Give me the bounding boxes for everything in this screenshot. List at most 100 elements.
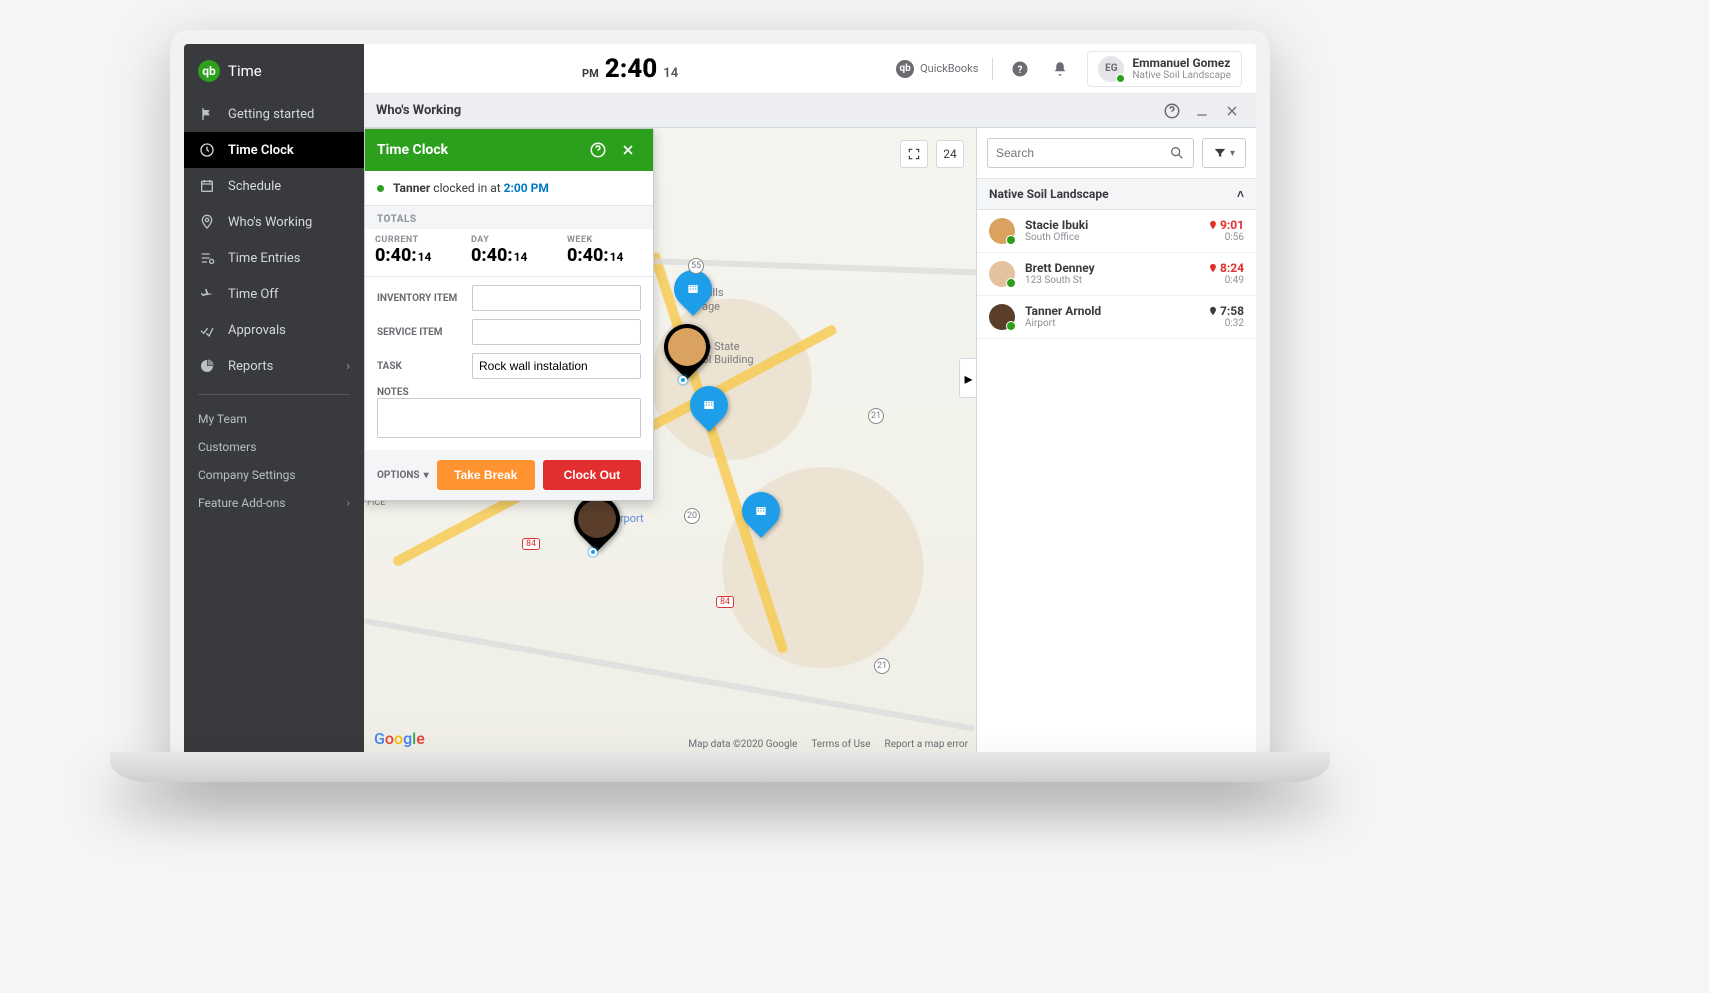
employee-meta: 7:58 0:32 [1208,304,1244,329]
app-window: qb Time Getting started Time Clock Sched… [170,30,1270,770]
sidebar-sub-my-team[interactable]: My Team [184,405,364,433]
sidebar-item-label: Getting started [228,107,314,122]
filter-button[interactable]: ▾ [1202,138,1246,168]
sidebar-item-whos-working[interactable]: Who's Working [184,204,364,240]
divider [992,58,993,80]
chevron-down-icon: ▾ [1230,148,1235,159]
clock-out-button[interactable]: Clock Out [543,460,641,490]
employee-row[interactable]: Brett Denney 123 South St 8:24 0:49 [977,253,1256,296]
employee-info: Tanner Arnold Airport [1025,304,1198,329]
total-day: DAY 0:40:14 [461,229,557,276]
map-report-link[interactable]: Report a map error [885,739,968,750]
google-logo: Google [374,729,425,748]
options-dropdown[interactable]: OPTIONS▾ [377,470,429,481]
employee-info: Stacie Ibuki South Office [1025,218,1198,243]
sidebar-item-label: Time Off [228,287,278,302]
inventory-label: INVENTORY ITEM [377,293,464,304]
employee-time-primary: 7:58 [1208,304,1244,318]
user-info: Emmanuel Gomez Native Soil Landscape [1132,56,1231,81]
map-fullscreen-button[interactable] [900,140,928,168]
sidebar-item-getting-started[interactable]: Getting started [184,96,364,132]
right-panel-toggle[interactable]: ▸ [959,358,976,398]
employee-row[interactable]: Tanner Arnold Airport 7:58 0:32 [977,296,1256,339]
main: PM 2:40 14 qb QuickBooks ? EG Emmanuel G… [364,44,1256,756]
group-name: Native Soil Landscape [989,187,1109,201]
map-attribution: Map data ©2020 Google [688,739,797,750]
topbar-right: qb QuickBooks ? EG Emmanuel Gomez Native… [896,51,1242,87]
sidebar-item-reports[interactable]: Reports › [184,348,364,384]
sidebar-sub-company-settings[interactable]: Company Settings [184,461,364,489]
highway-shield: 21 [874,658,890,674]
current-time: PM 2:40 14 [582,54,678,84]
employee-info: Brett Denney 123 South St [1025,261,1198,286]
sidebar-sub-customers[interactable]: Customers [184,433,364,461]
panel-actions [1160,99,1244,123]
employee-avatar [989,218,1015,244]
panel-close-button[interactable] [1220,99,1244,123]
sidebar-item-time-clock[interactable]: Time Clock [184,132,364,168]
sidebar-sub-label: My Team [198,412,247,426]
employee-time-secondary: 0:56 [1208,232,1244,243]
sidebar-item-label: Approvals [228,323,286,338]
sidebar-item-approvals[interactable]: Approvals [184,312,364,348]
map[interactable]: Hills age ho State tol Building Airport … [364,128,976,756]
sidebar-item-time-off[interactable]: Time Off [184,276,364,312]
options-label: OPTIONS [377,470,420,481]
map-zoom-display[interactable]: 24 [936,140,964,168]
search-input[interactable] [996,146,1169,160]
user-menu[interactable]: EG Emmanuel Gomez Native Soil Landscape [1087,51,1242,87]
sidebar-sub-label: Customers [198,440,256,454]
employee-name: Brett Denney [1025,261,1198,275]
employee-time-secondary: 0:49 [1208,275,1244,286]
totals-row: CURRENT 0:40:14 DAY 0:40:14 WEEK 0:40:14 [365,229,653,277]
notes-input[interactable] [377,398,641,438]
task-input[interactable] [472,353,641,379]
highway-shield: 55 [688,258,704,274]
panel-body: Who's Working Hills [364,94,1256,756]
sidebar-sub-feature-addons[interactable]: Feature Add-ons› [184,489,364,517]
clock-icon [198,141,216,159]
map-footer: Google [374,729,425,748]
search-box[interactable] [987,138,1194,168]
time-clock-title: Time Clock [377,142,448,158]
sidebar-item-schedule[interactable]: Schedule [184,168,364,204]
chevron-right-icon: › [346,359,350,374]
map-terms-link[interactable]: Terms of Use [811,739,870,750]
sidebar-item-time-entries[interactable]: Time Entries [184,240,364,276]
employee-location: Airport [1025,318,1198,329]
take-break-button[interactable]: Take Break [437,460,535,490]
quickbooks-link[interactable]: qb QuickBooks [896,60,978,78]
highway-shield: 20 [684,508,700,524]
employee-name: Stacie Ibuki [1025,218,1198,232]
service-input[interactable] [472,319,641,345]
notifications-button[interactable] [1047,56,1073,82]
time-clock-status: Tanner clocked in at 2:00 PM [365,171,653,206]
inventory-input[interactable] [472,285,641,311]
employee-meta: 8:24 0:49 [1208,261,1244,286]
sidebar: qb Time Getting started Time Clock Sched… [184,44,364,756]
chevron-up-icon: ˄ [1237,187,1244,201]
employee-panel-top: ▾ [977,128,1256,178]
employee-group-header[interactable]: Native Soil Landscape ˄ [977,178,1256,210]
panel-minimize-button[interactable] [1190,99,1214,123]
brand-logo: qb [198,60,220,82]
employee-row[interactable]: Stacie Ibuki South Office 9:01 0:56 [977,210,1256,253]
help-button[interactable]: ? [1007,56,1033,82]
quickbooks-label: QuickBooks [920,62,978,75]
time-clock-close-button[interactable] [615,137,641,163]
time-clock-help-button[interactable] [585,137,611,163]
map-legal: Map data ©2020 Google Terms of Use Repor… [688,739,968,750]
employee-time-primary: 9:01 [1208,218,1244,232]
status-time-link[interactable]: 2:00 PM [504,181,549,195]
sidebar-sub-label: Feature Add-ons [198,496,286,510]
time-clock-form: INVENTORY ITEM SERVICE ITEM TASK [365,277,653,450]
panel-help-button[interactable] [1160,99,1184,123]
svg-text:?: ? [1018,64,1023,75]
user-avatar: EG [1098,56,1124,82]
quickbooks-logo-icon: qb [896,60,914,78]
notes-label: NOTES [377,387,477,398]
total-label: CURRENT [375,235,451,245]
time-hm: 2:40 [605,54,658,84]
sidebar-item-label: Time Entries [228,251,300,266]
time-clock-card: Time Clock Tanner clocked in at 2:00 PM [364,128,654,501]
